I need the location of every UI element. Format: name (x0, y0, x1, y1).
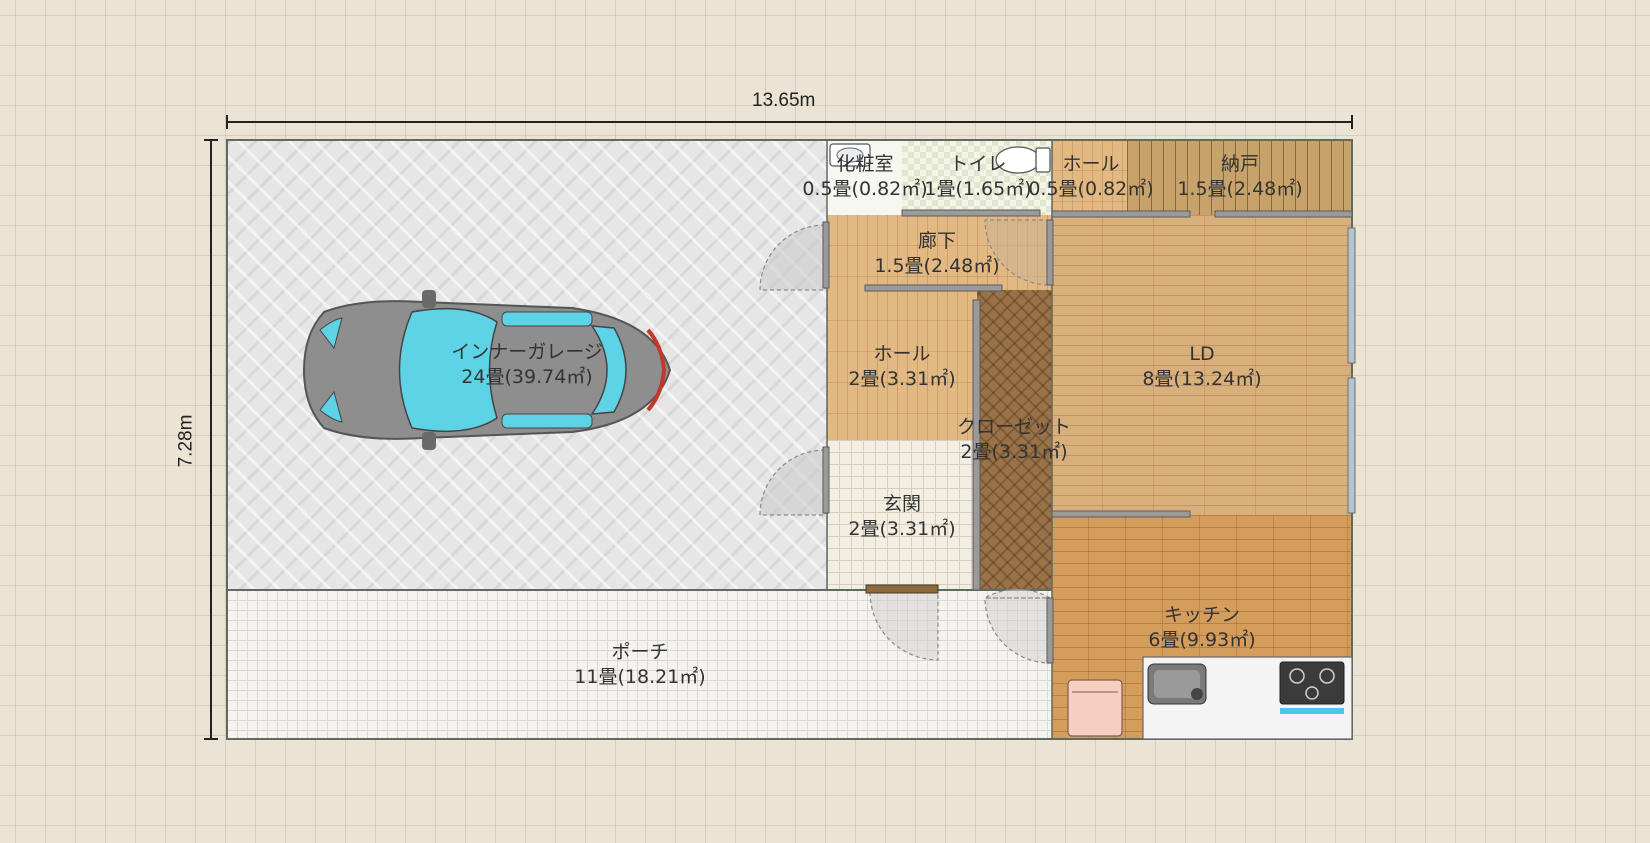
genkan-name: 玄関 (882, 493, 921, 515)
kitchen-door (982, 588, 1053, 664)
ld-name: LD (1189, 343, 1215, 365)
label-genkan: 玄関 2畳(3.31㎡) (827, 492, 977, 542)
label-ld: LD 8畳(13.24㎡) (1127, 342, 1277, 392)
hall-name: ホール (873, 343, 931, 365)
wall-hall-small-bottom (1051, 210, 1191, 218)
corridor-area: 1.5畳(2.48㎡) (874, 255, 1000, 277)
porch-area: 11畳(18.21㎡) (574, 666, 706, 688)
faucet-icon (1147, 663, 1207, 705)
label-storage: 納戸 1.5畳(2.48㎡) (1165, 152, 1315, 202)
hall-area: 2畳(3.31㎡) (848, 368, 956, 390)
closet-area: 2畳(3.31㎡) (960, 441, 1068, 463)
wall-toilet-bottom (901, 209, 1041, 217)
label-corridor: 廊下 1.5畳(2.48㎡) (862, 229, 1012, 279)
ld-window-2 (1347, 377, 1356, 514)
shoe-shelf (865, 584, 939, 594)
dishwasher-icon (1067, 679, 1123, 737)
floor-plan-canvas: 13.65m 7.28m インナーガレージ 24畳(39.74㎡) 化粧室 0.… (0, 0, 1650, 843)
entrance-door (869, 591, 939, 661)
corridor-name: 廊下 (917, 230, 956, 252)
label-closet: クローゼット 2畳(3.31㎡) (939, 415, 1089, 465)
porch-name: ポーチ (611, 641, 669, 663)
garage-area: 24畳(39.74㎡) (461, 366, 593, 388)
kitchen-name: キッチン (1163, 604, 1240, 626)
label-porch: ポーチ 11畳(18.21㎡) (565, 640, 715, 690)
garage-name: インナーガレージ (451, 341, 603, 363)
wall-corridor-right (1046, 219, 1054, 286)
storage-name: 納戸 (1220, 153, 1259, 175)
label-hall-small: ホール 0.5畳(0.82㎡) (1016, 152, 1166, 202)
ld-window-1 (1347, 227, 1356, 364)
garage-door-top (759, 224, 826, 291)
wall-ld-kitchen (1051, 510, 1191, 518)
closet-name: クローゼット (956, 416, 1071, 438)
label-kitchen: キッチン 6畳(9.93㎡) (1127, 603, 1277, 653)
wall-corridor-bottom (864, 284, 1003, 292)
wall-garage-door-frame-top (822, 221, 830, 289)
wall-kitchen-door-frame (1046, 597, 1054, 664)
hall-small-name: ホール (1062, 153, 1120, 175)
garage-door-bottom (759, 449, 826, 516)
label-garage: インナーガレージ 24畳(39.74㎡) (427, 340, 627, 390)
label-hall: ホール 2畳(3.31㎡) (827, 342, 977, 392)
plan-overlay (226, 139, 1356, 740)
hall-small-area: 0.5畳(0.82㎡) (1028, 178, 1154, 200)
wall-storage-bottom (1214, 210, 1353, 218)
storage-area: 1.5畳(2.48㎡) (1177, 178, 1303, 200)
kitchen-area: 6畳(9.93㎡) (1148, 629, 1256, 651)
genkan-area: 2畳(3.31㎡) (848, 518, 956, 540)
ld-area: 8畳(13.24㎡) (1142, 368, 1262, 390)
